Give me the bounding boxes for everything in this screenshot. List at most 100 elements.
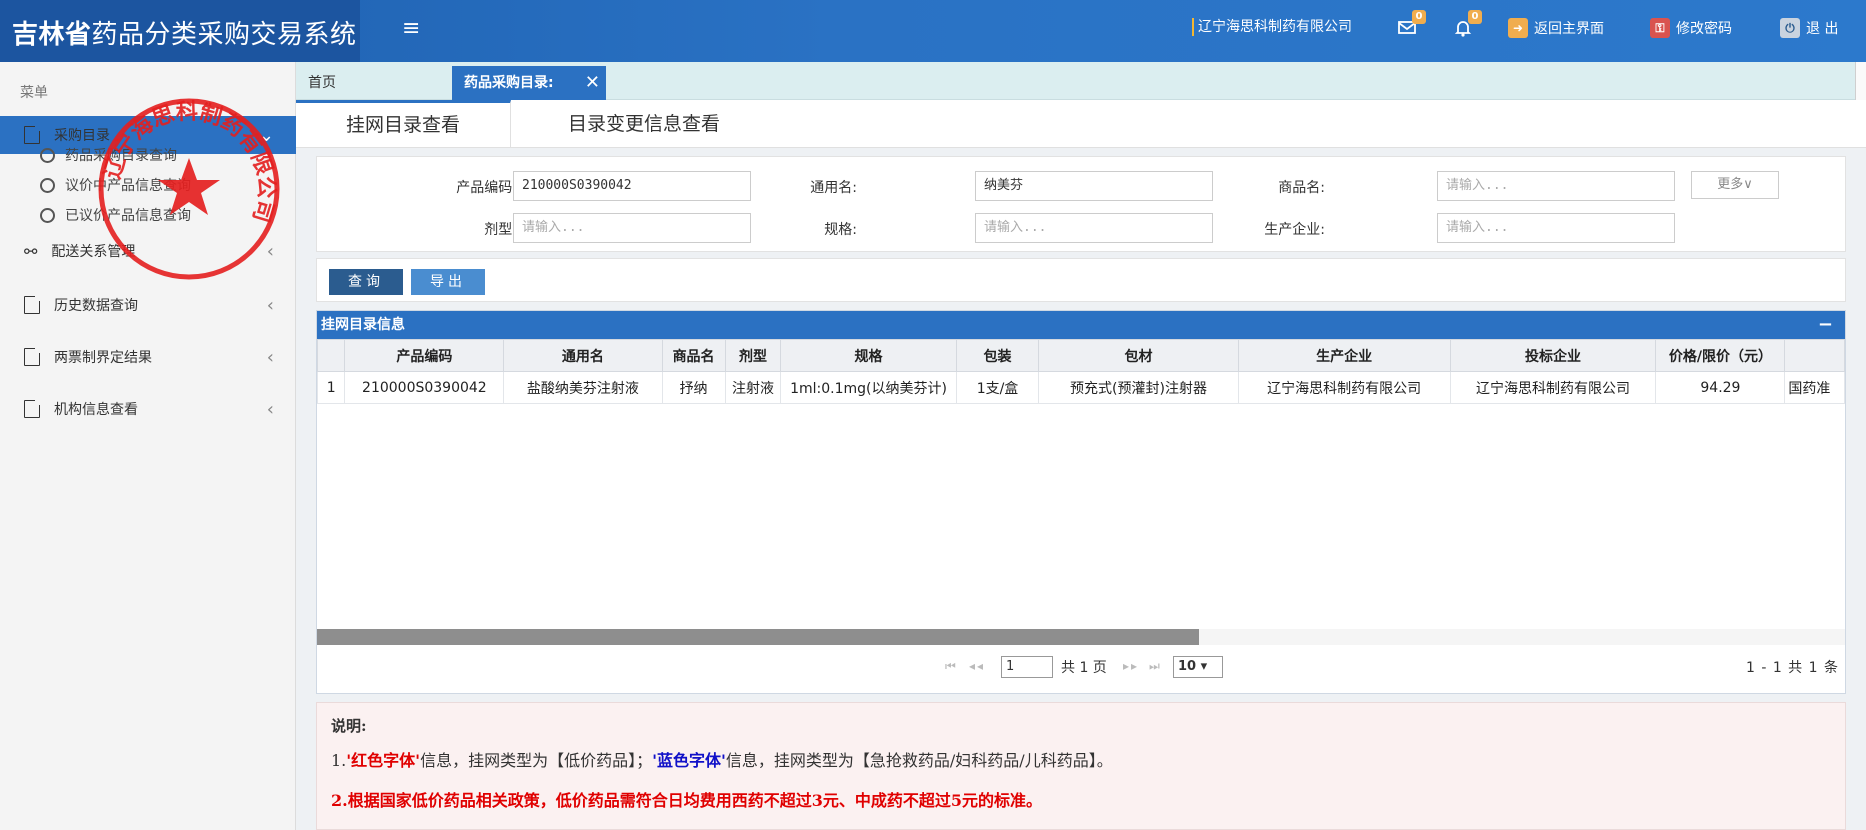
power-icon: ⏻ [1780, 18, 1800, 38]
total-pages: 共 1 页 [1061, 660, 1107, 676]
tab-home[interactable]: 首页 [308, 72, 336, 92]
chevron-left-icon: ‹ [266, 346, 274, 368]
subtab-catalog-view[interactable]: 挂网目录查看 [296, 100, 512, 148]
sidebar: 菜单 采购目录 ⌄ 药品采购目录查询 议价中产品信息查询 已议价产品信息查询 ⚯… [0, 62, 296, 830]
tab-drug-catalog[interactable]: 药品采购目录: ✕ [452, 66, 606, 100]
first-page-icon[interactable]: ⏮ [945, 659, 958, 674]
bell-badge: 0 [1468, 10, 1482, 24]
col-header[interactable]: 包装 [955, 339, 1040, 372]
note-2-text: 根据国家低价药品相关政策，低价药品需符合日均费用西药不超过3元、中成药不超过5元… [347, 791, 1042, 810]
generic-name-label: 通用名: [810, 180, 857, 196]
note-1-red: '红色字体' [346, 751, 421, 770]
cell-trade-name: 抒纳 [661, 371, 726, 404]
col-header[interactable]: 生产企业 [1237, 339, 1451, 372]
col-header[interactable]: 通用名 [503, 339, 663, 372]
last-page-icon[interactable]: ⏭ [1149, 659, 1162, 674]
change-password-label: 修改密码 [1676, 21, 1732, 37]
query-button[interactable]: 查询 [329, 269, 403, 295]
code-input[interactable]: 210000S0390042 [513, 171, 751, 201]
sidebar-item-label: 两票制界定结果 [54, 350, 152, 366]
collapse-icon[interactable]: − [1818, 311, 1833, 339]
maker-label: 生产企业: [1264, 222, 1325, 238]
document-icon [24, 399, 41, 418]
document-icon [24, 295, 41, 314]
sidebar-item-org-info[interactable]: 机构信息查看 ‹ [0, 390, 296, 428]
menu-toggle-icon[interactable]: ≡ [402, 16, 420, 41]
record-range: 1 - 1 共 1 条 [1745, 660, 1839, 676]
note-line-2: 2.根据国家低价药品相关政策，低价药品需符合日均费用西药不超过3元、中成药不超过… [331, 787, 1042, 811]
form-label: 剂型: [484, 222, 517, 238]
tab-bar: 首页 药品采购目录: ✕ [296, 62, 1866, 100]
col-header[interactable]: 剂型 [724, 339, 782, 372]
grid-title: 挂网目录信息 − [317, 311, 1845, 339]
document-icon [24, 125, 41, 144]
top-header: 吉林省药品分类采购交易系统 ≡ 辽宁海思科制药有限公司 0 0 ➜ 返回主界面 … [0, 0, 1866, 62]
trade-name-label: 商品名: [1278, 180, 1325, 196]
sidebar-subitem-negotiated[interactable]: 已议价产品信息查询 [40, 202, 191, 228]
sidebar-item-two-invoice[interactable]: 两票制界定结果 ‹ [0, 338, 296, 376]
sub-tabs: 挂网目录查看 目录变更信息查看 [296, 100, 1866, 148]
sidebar-item-label: 机构信息查看 [54, 402, 138, 418]
col-header[interactable]: 商品名 [661, 339, 726, 372]
chevron-left-icon: ‹ [266, 240, 274, 262]
bell-icon[interactable]: 0 [1452, 10, 1482, 40]
sidebar-item-history[interactable]: 历史数据查询 ‹ [0, 286, 296, 324]
radio-icon [40, 207, 55, 223]
brand-area: 吉林省药品分类采购交易系统 [0, 0, 360, 62]
cell-price: 94.29 [1655, 371, 1786, 404]
row-number: 1 [317, 371, 346, 404]
change-password-button[interactable]: ⚿ 修改密码 [1650, 18, 1732, 38]
cell-form: 注射液 [724, 371, 782, 404]
search-panel: 产品编码: 210000S0390042 通用名: 纳美芬 商品名: 请输入..… [316, 156, 1846, 252]
col-header[interactable]: 包材 [1038, 339, 1239, 372]
trade-name-input[interactable]: 请输入... [1437, 171, 1675, 201]
spec-label: 规格: [824, 222, 857, 238]
sidebar-caption: 菜单 [20, 85, 48, 101]
note-1-mid: 信息，挂网类型为【低价药品】； [420, 751, 653, 770]
sidebar-item-label: 配送关系管理 [51, 244, 136, 260]
company-name: 辽宁海思科制药有限公司 [1192, 18, 1352, 36]
cell-approval: 国药准 [1784, 371, 1845, 404]
spec-input[interactable]: 请输入... [975, 213, 1213, 243]
subtab-change-info[interactable]: 目录变更信息查看 [568, 100, 720, 148]
back-main-button[interactable]: ➜ 返回主界面 [1508, 18, 1604, 38]
sidebar-subitem-label: 议价中产品信息查询 [65, 178, 191, 194]
table-row[interactable]: 1 210000S0390042 盐酸纳美芬注射液 抒纳 注射液 1ml:0.1… [317, 371, 1845, 404]
page-number-input[interactable]: 1 [1001, 656, 1053, 678]
chevron-down-icon: ⌄ [258, 124, 274, 146]
cell-generic-name: 盐酸纳美芬注射液 [503, 371, 663, 404]
form-input[interactable]: 请输入... [513, 213, 751, 243]
horizontal-scroll-thumb[interactable] [317, 629, 1199, 645]
horizontal-scrollbar[interactable] [317, 629, 1845, 645]
col-header[interactable] [1784, 339, 1845, 372]
prev-page-icon[interactable]: ◂◂ [969, 659, 985, 673]
link-icon: ⚯ [24, 241, 38, 261]
next-page-icon[interactable]: ▸▸ [1123, 659, 1139, 673]
col-header[interactable]: 价格/限价（元） [1655, 339, 1786, 372]
col-header[interactable]: 投标企业 [1449, 339, 1657, 372]
maker-input[interactable]: 请输入... [1437, 213, 1675, 243]
sidebar-subitem-catalog-query[interactable]: 药品采购目录查询 [40, 142, 177, 168]
back-main-label: 返回主界面 [1534, 21, 1604, 37]
pagination: ⏮ ◂◂ 1 共 1 页 ▸▸ ⏭ 10 ▾ 1 - 1 共 1 条 [317, 653, 1845, 683]
generic-name-input[interactable]: 纳美芬 [975, 171, 1213, 201]
note-1-end: 信息，挂网类型为【急抢救药品/妇科药品/儿科药品】。 [725, 751, 1113, 770]
close-icon[interactable]: ✕ [585, 66, 600, 100]
grid-title-label: 挂网目录信息 [321, 317, 405, 333]
note-1-prefix: 1. [331, 751, 347, 770]
note-2-prefix: 2. [331, 791, 348, 810]
more-button[interactable]: 更多∨ [1691, 171, 1779, 199]
main-content: 产品编码: 210000S0390042 通用名: 纳美芬 商品名: 请输入..… [296, 148, 1866, 830]
col-header[interactable]: 产品编码 [344, 339, 505, 372]
logout-button[interactable]: ⏻ 退 出 [1780, 18, 1838, 38]
mail-icon[interactable]: 0 [1396, 10, 1426, 40]
sidebar-subitem-label: 药品采购目录查询 [65, 148, 177, 164]
export-button[interactable]: 导出 [411, 269, 485, 295]
note-1-blue: '蓝色字体' [652, 751, 726, 770]
col-header[interactable]: 规格 [780, 339, 957, 372]
sidebar-item-delivery[interactable]: ⚯ 配送关系管理 ‹ [0, 232, 296, 270]
sidebar-subitem-negotiating[interactable]: 议价中产品信息查询 [40, 172, 191, 198]
cell-code: 210000S0390042 [344, 371, 505, 404]
page-size-select[interactable]: 10 ▾ [1173, 656, 1223, 678]
radio-icon [40, 147, 55, 163]
